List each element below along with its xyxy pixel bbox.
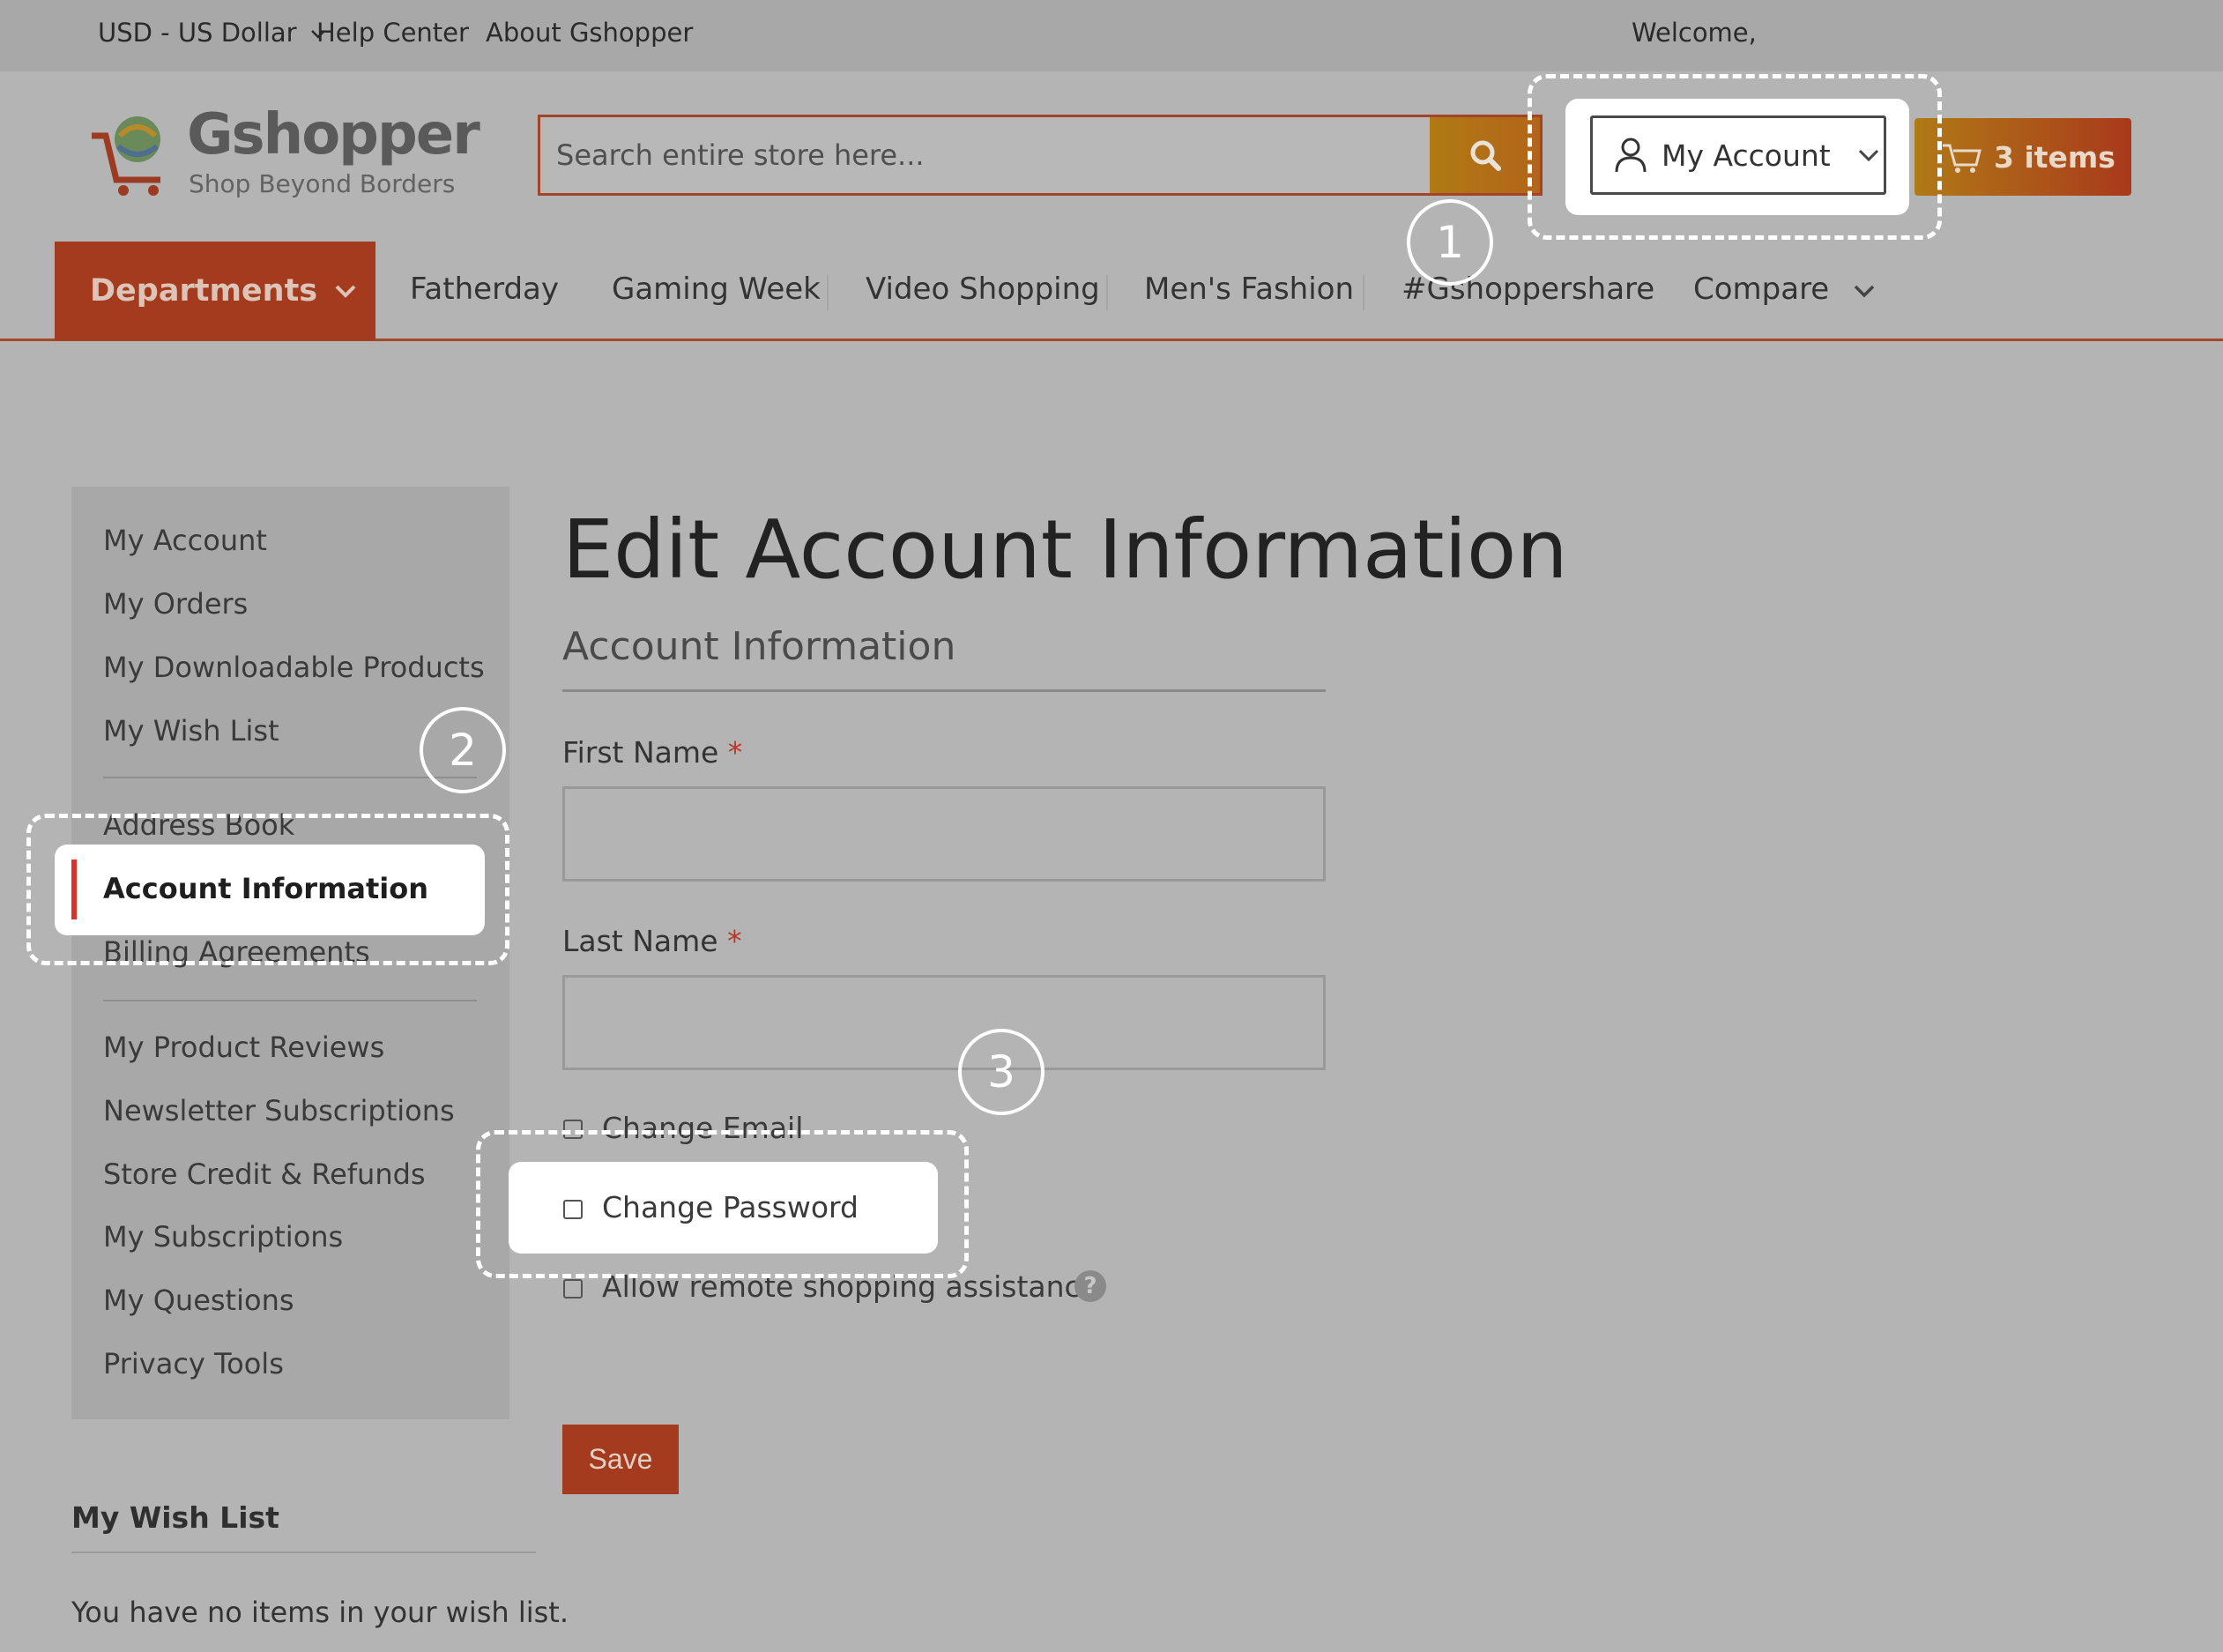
sidebar-item-store-credit[interactable]: Store Credit & Refunds — [103, 1157, 426, 1191]
sidebar-divider — [103, 1000, 477, 1001]
first-name-input[interactable] — [565, 789, 1323, 879]
last-name-field — [562, 975, 1326, 1070]
help-center-link[interactable]: Help Center — [316, 18, 469, 48]
annotation-box-account — [1528, 74, 1942, 240]
annotation-badge-2: 2 — [420, 707, 506, 793]
search-icon — [1470, 140, 1501, 171]
section-title: Account Information — [562, 624, 956, 669]
sidebar-item-wish-list[interactable]: My Wish List — [103, 714, 279, 748]
annotation-badge-3: 3 — [958, 1029, 1045, 1115]
search-input[interactable] — [540, 117, 1431, 193]
remote-assistance-checkbox[interactable] — [563, 1279, 583, 1299]
search-button[interactable] — [1430, 117, 1540, 193]
about-link[interactable]: About Gshopper — [486, 18, 693, 48]
currency-label: USD - US Dollar — [98, 18, 297, 48]
first-name-field — [562, 786, 1326, 882]
first-name-label-text: First Name — [562, 735, 719, 770]
welcome-text: Welcome, — [1632, 18, 1757, 48]
sidebar-item-subscriptions[interactable]: My Subscriptions — [103, 1220, 343, 1254]
required-mark: * — [727, 924, 742, 958]
nav-divider — [1363, 275, 1364, 310]
annotation-box-sidebar — [26, 814, 509, 965]
sidebar-item-my-account[interactable]: My Account — [103, 524, 267, 557]
section-divider — [562, 689, 1326, 692]
nav-item-video-shopping[interactable]: Video Shopping — [866, 272, 1100, 307]
nav-divider — [827, 275, 829, 310]
logo-tagline: Shop Beyond Borders — [189, 169, 456, 198]
currency-switcher[interactable]: USD - US Dollar — [98, 18, 326, 48]
cart-icon — [1943, 144, 1981, 173]
last-name-input[interactable] — [565, 978, 1323, 1068]
sidebar-item-my-orders[interactable]: My Orders — [103, 587, 248, 621]
cart-globe-logo-icon — [92, 116, 160, 196]
sidebar-item-product-reviews[interactable]: My Product Reviews — [103, 1031, 384, 1064]
last-name-label: Last Name * — [562, 924, 742, 958]
sidebar-divider — [103, 777, 477, 778]
departments-label: Departments — [90, 273, 318, 309]
sidebar-item-downloadable-products[interactable]: My Downloadable Products — [103, 651, 485, 684]
annotation-badge-1: 1 — [1407, 199, 1493, 286]
compare-label: Compare — [1693, 272, 1830, 307]
help-icon[interactable]: ? — [1074, 1270, 1106, 1302]
sidebar-item-privacy-tools[interactable]: Privacy Tools — [103, 1347, 284, 1380]
nav-divider — [1106, 275, 1108, 310]
sidebar-item-questions[interactable]: My Questions — [103, 1284, 294, 1317]
wishlist-empty-message: You have no items in your wish list. — [71, 1596, 569, 1629]
nav-item-fatherday[interactable]: Fatherday — [410, 272, 559, 307]
departments-menu[interactable]: Departments — [55, 242, 375, 340]
cart-count-label: 3 items — [1994, 139, 2115, 175]
sidebar-item-newsletter-subscriptions[interactable]: Newsletter Subscriptions — [103, 1094, 455, 1127]
wishlist-divider — [71, 1552, 536, 1553]
nav-item-mens-fashion[interactable]: Men's Fashion — [1144, 272, 1354, 307]
nav-item-gaming-week[interactable]: Gaming Week — [612, 272, 821, 307]
search-box — [538, 115, 1543, 196]
page-title: Edit Account Information — [562, 502, 1568, 597]
chevron-down-icon — [1854, 285, 1875, 297]
wishlist-title: My Wish List — [71, 1500, 279, 1535]
annotation-box-password — [476, 1130, 969, 1278]
chevron-down-icon — [335, 285, 356, 298]
required-mark: * — [727, 735, 743, 770]
first-name-label: First Name * — [562, 735, 742, 770]
save-button[interactable]: Save — [562, 1425, 679, 1494]
logo-name: Gshopper — [187, 102, 480, 167]
cart-button[interactable]: 3 items — [1914, 118, 2131, 196]
nav-item-compare[interactable]: Compare — [1693, 272, 1876, 307]
last-name-label-text: Last Name — [562, 924, 718, 958]
